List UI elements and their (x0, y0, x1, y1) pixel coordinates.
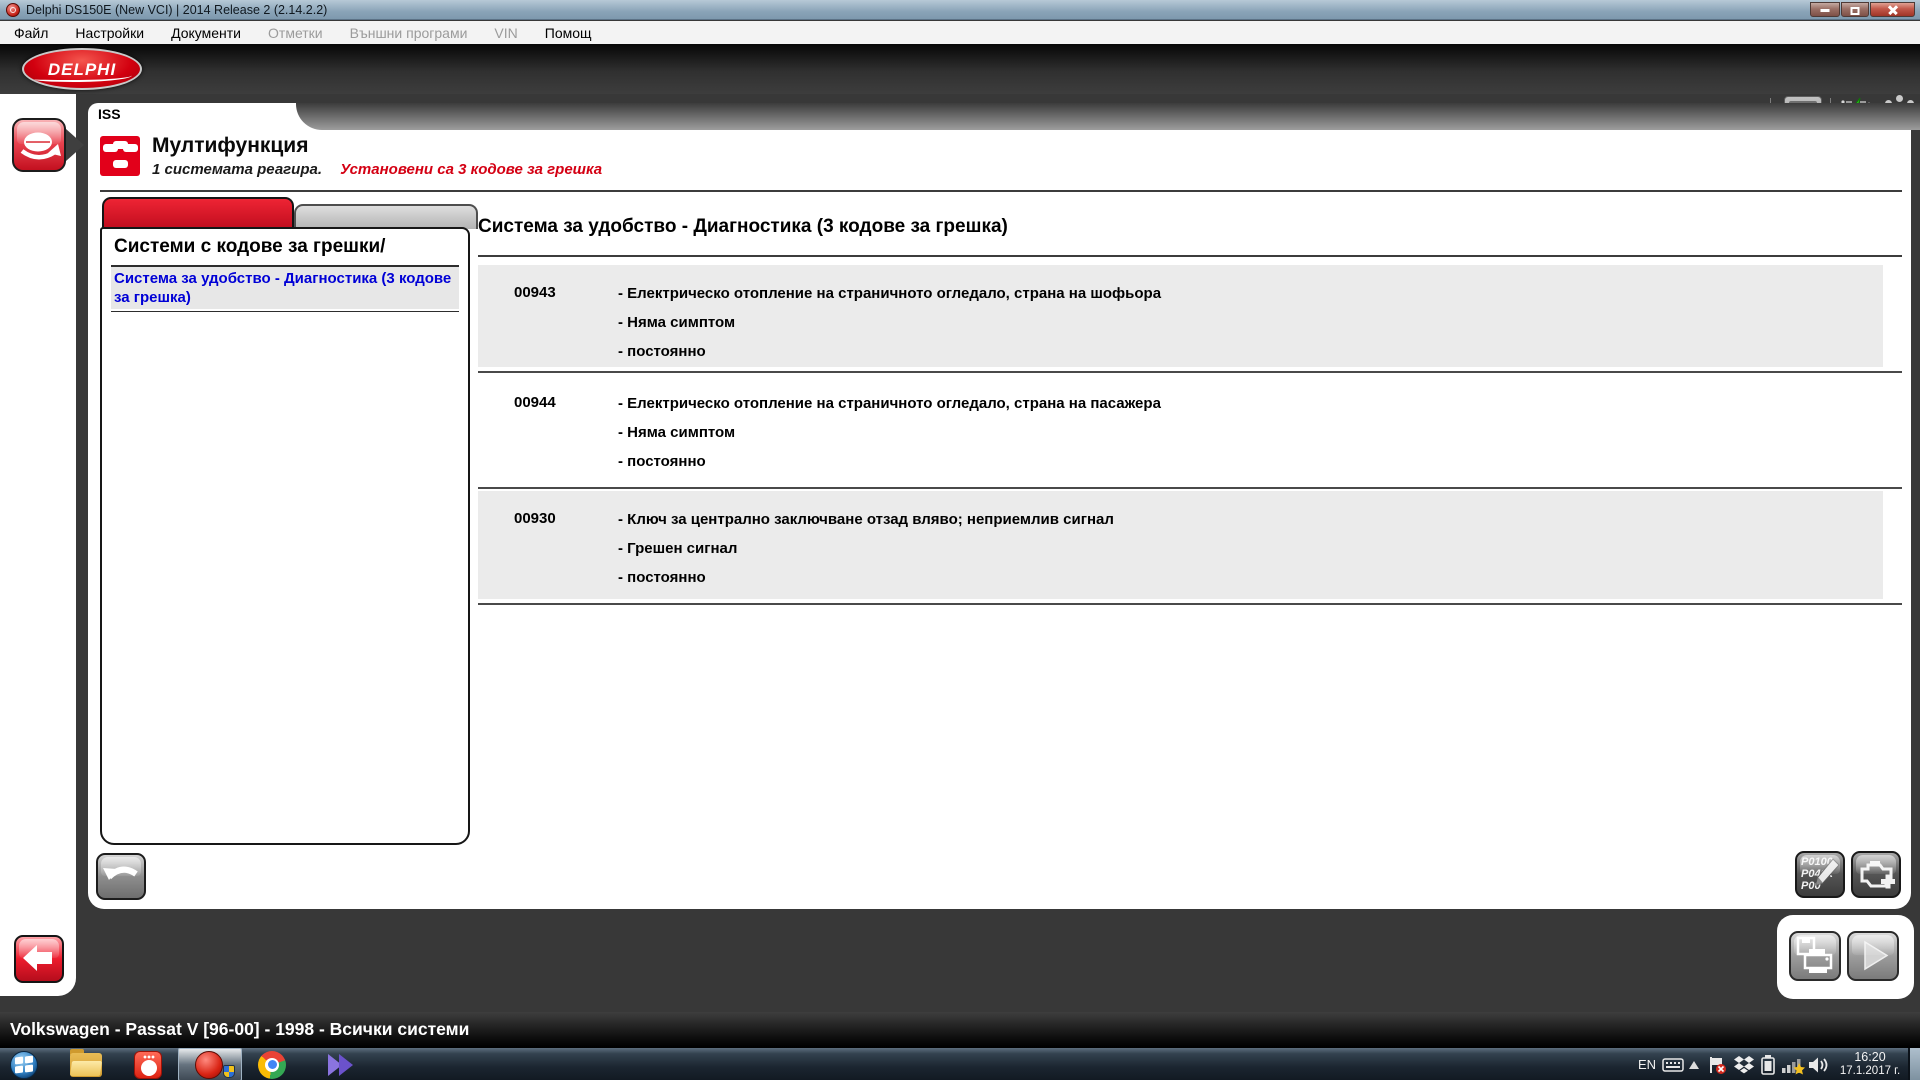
pencil-icon (1797, 853, 1842, 895)
results-title: Система за удобство - Диагностика (3 код… (478, 216, 1008, 238)
multifunction-icon (100, 136, 140, 176)
menu-bookmarks: Отметки (268, 25, 323, 41)
vehicle-status-text: Volkswagen - Passat V [96-00] - 1998 - В… (10, 1012, 469, 1047)
delphi-app-icon (195, 1051, 223, 1079)
systems-tab-inactive[interactable] (294, 204, 478, 229)
car-icon (14, 120, 63, 169)
divider (478, 603, 1902, 605)
dtc-row-00944[interactable]: 00944 - Електрическо отопление на страни… (478, 375, 1883, 483)
maximize-button[interactable] (1841, 2, 1869, 17)
divider (478, 255, 1902, 257)
menu-bar: Файл Настройки Документи Отметки Външни … (0, 21, 1920, 44)
left-arrow-icon (16, 937, 61, 980)
error-status-text: Установени са 3 кодове за грешка (340, 161, 602, 178)
system-link[interactable]: Система за удобство - Диагностика (3 код… (114, 269, 464, 307)
keyboard-icon[interactable] (1660, 1050, 1686, 1079)
continue-button[interactable] (1847, 931, 1899, 981)
menu-help[interactable]: Помощ (545, 25, 592, 41)
app-icon (6, 3, 20, 17)
kmplayer-taskbar-button[interactable] (326, 1050, 360, 1079)
dtc-status: - постоянно (618, 337, 1161, 366)
volume-icon[interactable] (1806, 1050, 1832, 1079)
menu-settings[interactable]: Настройки (75, 25, 144, 41)
title-bar: Delphi DS150E (New VCI) | 2014 Release 2… (0, 0, 1920, 20)
vehicle-select-button[interactable] (12, 118, 66, 172)
save-print-icon (1791, 933, 1838, 978)
dtc-status: - постоянно (618, 447, 1161, 476)
engine-plus-icon (1853, 853, 1898, 895)
delphi-ds150e-app: Delphi DS150E (New VCI) | 2014 Release 2… (0, 0, 1920, 1080)
dtc-description: - Електрическо отопление на страничното … (618, 279, 1161, 308)
engine-add-button[interactable] (1851, 851, 1901, 898)
time-text: 16:20 (1834, 1050, 1906, 1065)
systems-status-text: 1 системата реагира. (152, 161, 322, 178)
dtc-row-00930[interactable]: 00930 - Ключ за централно заключване отз… (478, 491, 1883, 599)
systems-panel: Системи с кодове за грешки/ Система за у… (100, 227, 470, 845)
uac-shield-icon (223, 1065, 235, 1078)
explorer-taskbar-button[interactable] (68, 1050, 104, 1079)
tab-strip (296, 103, 1920, 130)
divider (478, 371, 1902, 373)
battery-tray-icon[interactable] (1757, 1050, 1779, 1079)
dtc-symptom: - Няма симптом (618, 418, 1161, 447)
show-desktop-button[interactable] (1908, 1048, 1920, 1080)
gom-player-taskbar-button[interactable] (132, 1050, 164, 1079)
chrome-taskbar-button[interactable] (256, 1050, 288, 1079)
dtc-description: - Електрическо отопление на страничното … (618, 389, 1161, 418)
delphi-logo: DELPHI (22, 48, 142, 90)
system-list-item[interactable]: Система за удобство - Диагностика (3 код… (111, 267, 459, 309)
taskbar: EN 16:20 17.1.2017 г. (0, 1047, 1920, 1080)
play-icon (1849, 933, 1896, 978)
start-button[interactable] (8, 1050, 40, 1079)
network-icon[interactable] (1779, 1050, 1807, 1079)
dropbox-icon[interactable] (1731, 1050, 1757, 1079)
left-sidebar (0, 94, 76, 996)
dtc-symptom: - Няма симптом (618, 308, 1161, 337)
undo-arrow-icon (98, 855, 143, 897)
function-title: Мултифункция (152, 134, 308, 158)
undo-button[interactable] (96, 853, 146, 900)
dtc-code: 00943 (514, 284, 556, 301)
kmplayer-icon (328, 1051, 358, 1079)
systems-panel-header: Системи с кодове за грешки/ (114, 236, 385, 258)
gom-player-icon (134, 1051, 162, 1079)
systems-tab-active[interactable] (102, 197, 294, 229)
dtc-code: 00930 (514, 510, 556, 527)
toolbar-band: DELPHI eOBD (0, 44, 1920, 94)
windows-logo-icon (10, 1051, 38, 1079)
dtc-code: 00944 (514, 394, 556, 411)
date-text: 17.1.2017 г. (1834, 1065, 1906, 1078)
action-panel (1777, 915, 1914, 999)
minimize-button[interactable] (1810, 2, 1840, 17)
status-bar: Volkswagen - Passat V [96-00] - 1998 - В… (0, 1012, 1920, 1047)
back-button[interactable] (14, 935, 64, 983)
function-status: 1 системата реагира. Установени са 3 код… (152, 161, 602, 178)
menu-file[interactable]: Файл (14, 25, 48, 41)
menu-external-programs: Външни програми (350, 25, 468, 41)
save-print-button[interactable] (1789, 931, 1841, 981)
clock[interactable]: 16:20 17.1.2017 г. (1834, 1050, 1906, 1079)
session-tab[interactable]: ISS (98, 106, 121, 122)
language-indicator[interactable]: EN (1634, 1050, 1660, 1079)
menu-vin: VIN (494, 25, 517, 41)
header-divider (100, 190, 1902, 192)
delphi-taskbar-button-active[interactable] (178, 1048, 242, 1080)
tray-expand-icon[interactable] (1686, 1050, 1702, 1079)
window-title: Delphi DS150E (New VCI) | 2014 Release 2… (26, 3, 327, 17)
dtc-description: - Ключ за централно заключване отзад вля… (618, 505, 1114, 534)
sidebar-pointer-arrow (66, 129, 84, 161)
action-center-icon[interactable] (1704, 1050, 1730, 1079)
divider (478, 487, 1902, 489)
dtc-codes-button[interactable]: P0100 P040x P00 (1795, 851, 1845, 898)
dtc-status: - постоянно (618, 563, 1114, 592)
dtc-symptom: - Грешен сигнал (618, 534, 1114, 563)
folder-icon (70, 1053, 102, 1077)
divider (111, 311, 459, 312)
close-button[interactable] (1870, 2, 1915, 17)
menu-documents[interactable]: Документи (171, 25, 241, 41)
chrome-icon (258, 1051, 286, 1079)
dtc-row-00943[interactable]: 00943 - Електрическо отопление на страни… (478, 265, 1883, 367)
